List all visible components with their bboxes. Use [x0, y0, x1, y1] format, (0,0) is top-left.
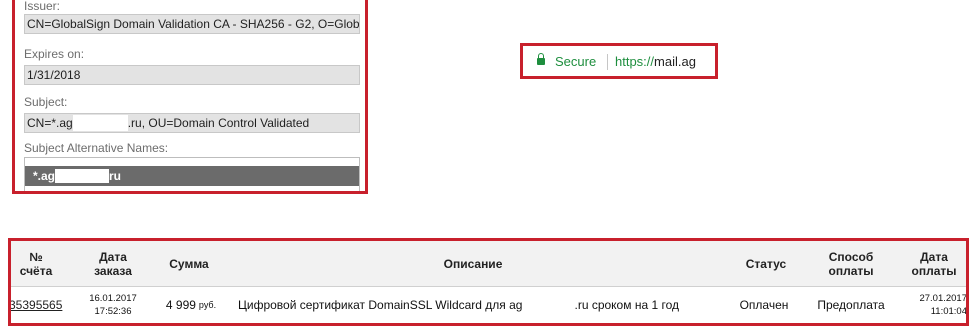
- address-bar[interactable]: Secure https://mail.ag: [520, 43, 718, 79]
- table-row: 35395565 16.01.2017 17:52:36 4 999 руб. Ц…: [11, 287, 966, 323]
- subject-label: Subject:: [24, 95, 68, 109]
- url-host: mail.ag: [654, 54, 696, 69]
- currency-label: руб.: [198, 300, 217, 310]
- san-suffix: ru: [109, 169, 122, 183]
- san-label: Subject Alternative Names:: [24, 141, 169, 155]
- col-header-description: Описание: [443, 256, 503, 271]
- sum-value: 4 999: [165, 298, 196, 312]
- subject-value-prefix: CN=*.ag: [27, 116, 73, 130]
- issuer-field: CN=GlobalSign Domain Validation CA - SHA…: [24, 14, 360, 34]
- url-text[interactable]: https://mail.ag: [615, 54, 696, 69]
- sum-cell: 4 999 руб.: [161, 287, 221, 323]
- description-suffix: .ru сроком на 1 год: [574, 298, 679, 312]
- description-cell: Цифровой сертификат DomainSSL Wildcard д…: [238, 287, 718, 323]
- col-header-sum: Сумма: [169, 256, 209, 271]
- orders-table-header: № счёта Дата заказа Сумма Описание Стату…: [11, 241, 966, 287]
- san-prefix: *.ag: [33, 169, 56, 183]
- description-prefix: Цифровой сертификат DomainSSL Wildcard д…: [238, 298, 523, 312]
- orders-table: № счёта Дата заказа Сумма Описание Стату…: [8, 238, 969, 326]
- san-list[interactable]: *.ag ru: [24, 157, 360, 191]
- col-header-number: № счёта: [19, 249, 53, 278]
- url-scheme: https://: [615, 54, 655, 69]
- secure-indicator[interactable]: Secure: [555, 54, 596, 69]
- san-list-item[interactable]: *.ag ru: [25, 166, 359, 186]
- expires-label: Expires on:: [24, 47, 85, 61]
- order-date-cell: 16.01.2017 17:52:36: [89, 293, 137, 317]
- col-header-payment-date: Дата оплаты: [911, 249, 957, 278]
- col-header-order-date: Дата заказа: [94, 249, 132, 278]
- col-header-payment-method: Способ оплаты: [828, 249, 874, 278]
- redaction-mark: [522, 298, 575, 312]
- order-number-cell: 35395565: [11, 287, 69, 323]
- issuer-label: Issuer:: [24, 0, 61, 13]
- status-cell: Оплачен: [739, 298, 789, 312]
- lock-icon: [537, 53, 545, 65]
- payment-method-cell: Предоплата: [817, 298, 885, 312]
- col-header-status: Статус: [745, 256, 787, 271]
- payment-date-cell: 27.01.2017 11:01:04: [919, 293, 967, 317]
- subject-value-suffix: .ru, OU=Domain Control Validated: [127, 116, 310, 130]
- order-number-link[interactable]: 35395565: [11, 298, 62, 312]
- certificate-details-panel: Issuer: CN=GlobalSign Domain Validation …: [12, 0, 368, 194]
- expires-field: 1/31/2018: [24, 65, 360, 85]
- redaction-mark: [55, 169, 110, 183]
- subject-field: CN=*.ag .ru, OU=Domain Control Validated: [24, 113, 360, 133]
- address-separator: [607, 54, 608, 70]
- redaction-mark: [72, 115, 128, 131]
